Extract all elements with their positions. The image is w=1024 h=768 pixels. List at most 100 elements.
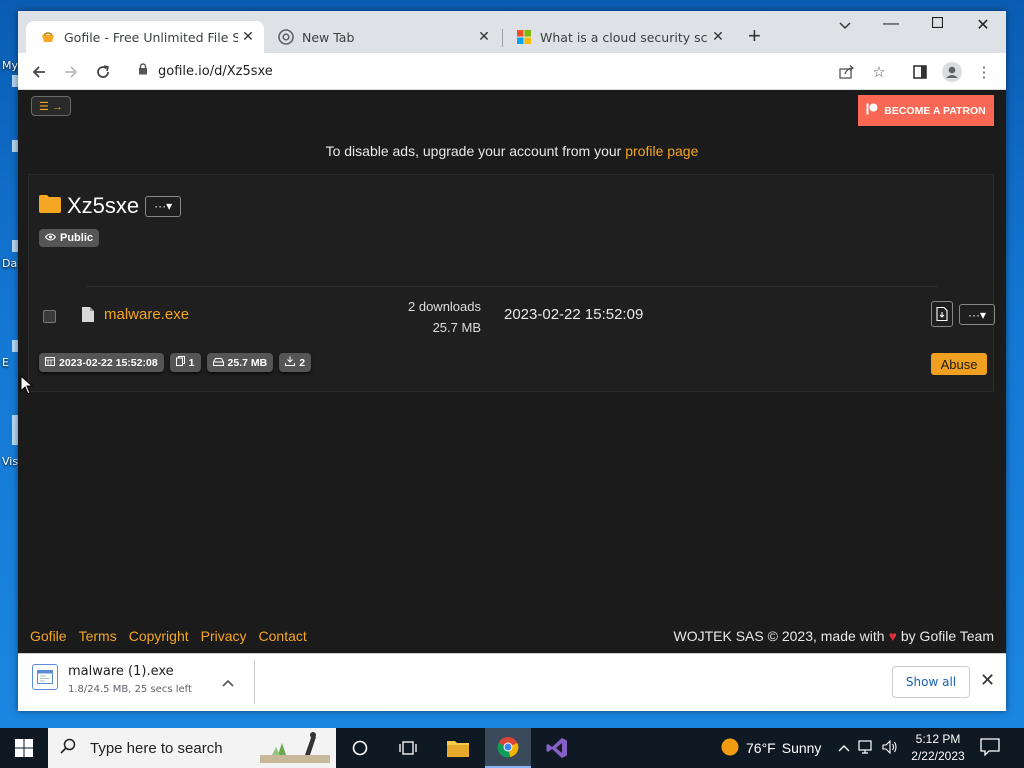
profile-avatar-icon[interactable] xyxy=(941,61,963,83)
forward-button[interactable] xyxy=(58,59,84,85)
footer-link-terms[interactable]: Terms xyxy=(79,628,117,644)
tab-cloud-security[interactable]: What is a cloud security scan? - ✕ xyxy=(502,21,734,53)
taskbar-search[interactable]: Type here to search xyxy=(48,728,336,768)
file-icon xyxy=(82,307,94,327)
notification-icon[interactable] xyxy=(980,738,1000,761)
page-footer: Gofile Terms Copyright Privacy Contact W… xyxy=(18,628,1006,653)
file-select-checkbox[interactable] xyxy=(43,310,56,323)
footer-link-privacy[interactable]: Privacy xyxy=(201,628,247,644)
desktop-icon-label: Vis xyxy=(2,455,19,468)
footer-links: Gofile Terms Copyright Privacy Contact xyxy=(30,628,307,644)
maximize-button[interactable] xyxy=(914,15,960,33)
footer-copyright: WOJTEK SAS © 2023, made with ♥ by Gofile… xyxy=(674,628,995,644)
heart-icon: ♥ xyxy=(888,628,897,644)
footer-link-contact[interactable]: Contact xyxy=(259,628,307,644)
file-size: 25.7 MB xyxy=(432,320,481,335)
chevron-up-icon[interactable] xyxy=(222,674,234,690)
new-tab-button[interactable]: + xyxy=(748,25,761,47)
gofile-page: ☰ → BECOME A PATRON To disable ads, upgr… xyxy=(18,90,1006,653)
file-explorer-icon[interactable] xyxy=(435,728,481,768)
side-panel-icon[interactable] xyxy=(909,61,931,83)
close-tab-icon[interactable]: ✕ xyxy=(238,29,258,45)
file-count-badge: 1 xyxy=(169,353,201,372)
browser-window: Gofile - Free Unlimited File Shari ✕ New… xyxy=(18,11,1006,711)
folder-icon xyxy=(39,194,61,218)
folder-header: Xz5sxe ···▾ xyxy=(39,193,182,219)
close-window-button[interactable]: ✕ xyxy=(960,15,1006,35)
gofile-favicon-icon xyxy=(40,29,56,45)
download-filename: malware (1).exe xyxy=(68,664,174,679)
ads-text: To disable ads, upgrade your account fro… xyxy=(325,143,626,159)
footer-link-copyright[interactable]: Copyright xyxy=(129,628,189,644)
file-count: 1 xyxy=(188,356,195,369)
clock-time: 5:12 PM xyxy=(915,732,961,746)
task-view-icon[interactable] xyxy=(385,728,431,768)
become-patron-button[interactable]: BECOME A PATRON xyxy=(858,95,994,126)
tab-strip: Gofile - Free Unlimited File Shari ✕ New… xyxy=(18,11,1006,53)
file-meta: 2 downloads 25.7 MB xyxy=(329,296,481,338)
chrome-taskbar-icon[interactable] xyxy=(485,728,531,768)
calendar-icon xyxy=(45,356,55,369)
download-file-button[interactable] xyxy=(931,301,953,327)
tab-search-icon[interactable] xyxy=(822,17,868,35)
taskbar: Type here to search 76°F Sunny 5:12 PM 2… xyxy=(0,728,1024,768)
download-item[interactable]: malware (1).exe 1.8/24.5 MB, 25 secs lef… xyxy=(32,664,192,695)
mouse-cursor-icon xyxy=(20,374,34,400)
search-highlight-icon xyxy=(260,729,330,768)
tab-title: New Tab xyxy=(302,29,355,45)
clock-date: 2/22/2023 xyxy=(911,749,965,763)
microsoft-favicon-icon xyxy=(516,29,532,45)
folder-stats: 2023-02-22 15:52:08 1 25.7 MB 2 xyxy=(39,353,312,372)
divider xyxy=(87,286,937,287)
desktop-icon-label: E xyxy=(2,356,9,369)
close-tab-icon[interactable]: ✕ xyxy=(474,29,494,45)
report-abuse-button[interactable]: Abuse xyxy=(931,353,987,375)
folder-name: Xz5sxe xyxy=(67,193,140,218)
eye-icon xyxy=(44,232,57,244)
tab-title: Gofile - Free Unlimited File Shari xyxy=(64,29,238,45)
divider xyxy=(254,660,255,704)
download-icon xyxy=(285,356,296,369)
created-date: 2023-02-22 15:52:08 xyxy=(59,356,158,369)
file-name-link[interactable]: malware.exe xyxy=(104,306,189,323)
share-icon[interactable] xyxy=(836,61,858,83)
download-shelf: malware (1).exe 1.8/24.5 MB, 25 secs lef… xyxy=(18,653,1006,711)
file-options-dropdown[interactable]: ···▾ xyxy=(959,304,995,325)
start-button[interactable] xyxy=(0,728,48,768)
reload-button[interactable] xyxy=(90,59,116,85)
weather-widget[interactable]: 76°F Sunny xyxy=(720,728,821,768)
total-size-badge: 25.7 MB xyxy=(206,353,274,372)
network-icon[interactable] xyxy=(858,739,874,757)
taskbar-clock[interactable]: 5:12 PM 2/22/2023 xyxy=(908,731,968,765)
folder-options-dropdown[interactable]: ···▾ xyxy=(145,195,182,217)
minimize-button[interactable]: — xyxy=(868,15,914,33)
chevron-up-icon[interactable] xyxy=(838,741,850,755)
address-bar[interactable]: gofile.io/d/Xz5sxe xyxy=(128,57,888,85)
kebab-menu-icon[interactable]: ⋮ xyxy=(973,61,995,83)
cortana-icon[interactable] xyxy=(337,728,383,768)
search-icon xyxy=(60,738,76,759)
visual-studio-icon[interactable] xyxy=(534,728,580,768)
copyright-prefix: WOJTEK SAS © 2023, made with xyxy=(673,628,885,644)
bookmark-star-icon[interactable]: ☆ xyxy=(868,61,890,83)
tab-gofile[interactable]: Gofile - Free Unlimited File Shari ✕ xyxy=(26,21,264,53)
close-download-shelf-icon[interactable]: ✕ xyxy=(980,670,995,691)
desktop-icon-label: Da xyxy=(2,257,18,270)
sidebar-toggle-button[interactable]: ☰ → xyxy=(31,96,71,116)
hard-drive-icon xyxy=(212,357,224,369)
sun-icon xyxy=(720,737,740,760)
back-button[interactable] xyxy=(26,59,52,85)
search-placeholder: Type here to search xyxy=(90,739,223,757)
volume-icon[interactable] xyxy=(882,739,898,757)
chrome-favicon-icon xyxy=(278,29,294,45)
created-date-badge: 2023-02-22 15:52:08 xyxy=(39,353,164,372)
profile-page-link[interactable]: profile page xyxy=(625,143,698,159)
lock-icon[interactable] xyxy=(138,62,148,80)
files-icon xyxy=(175,356,185,369)
show-all-button[interactable]: Show all xyxy=(892,666,970,698)
footer-link-gofile[interactable]: Gofile xyxy=(30,628,67,644)
system-tray xyxy=(838,728,898,768)
close-tab-icon[interactable]: ✕ xyxy=(708,29,728,45)
url-text: gofile.io/d/Xz5sxe xyxy=(158,63,273,79)
tab-new-tab[interactable]: New Tab ✕ xyxy=(264,21,500,53)
